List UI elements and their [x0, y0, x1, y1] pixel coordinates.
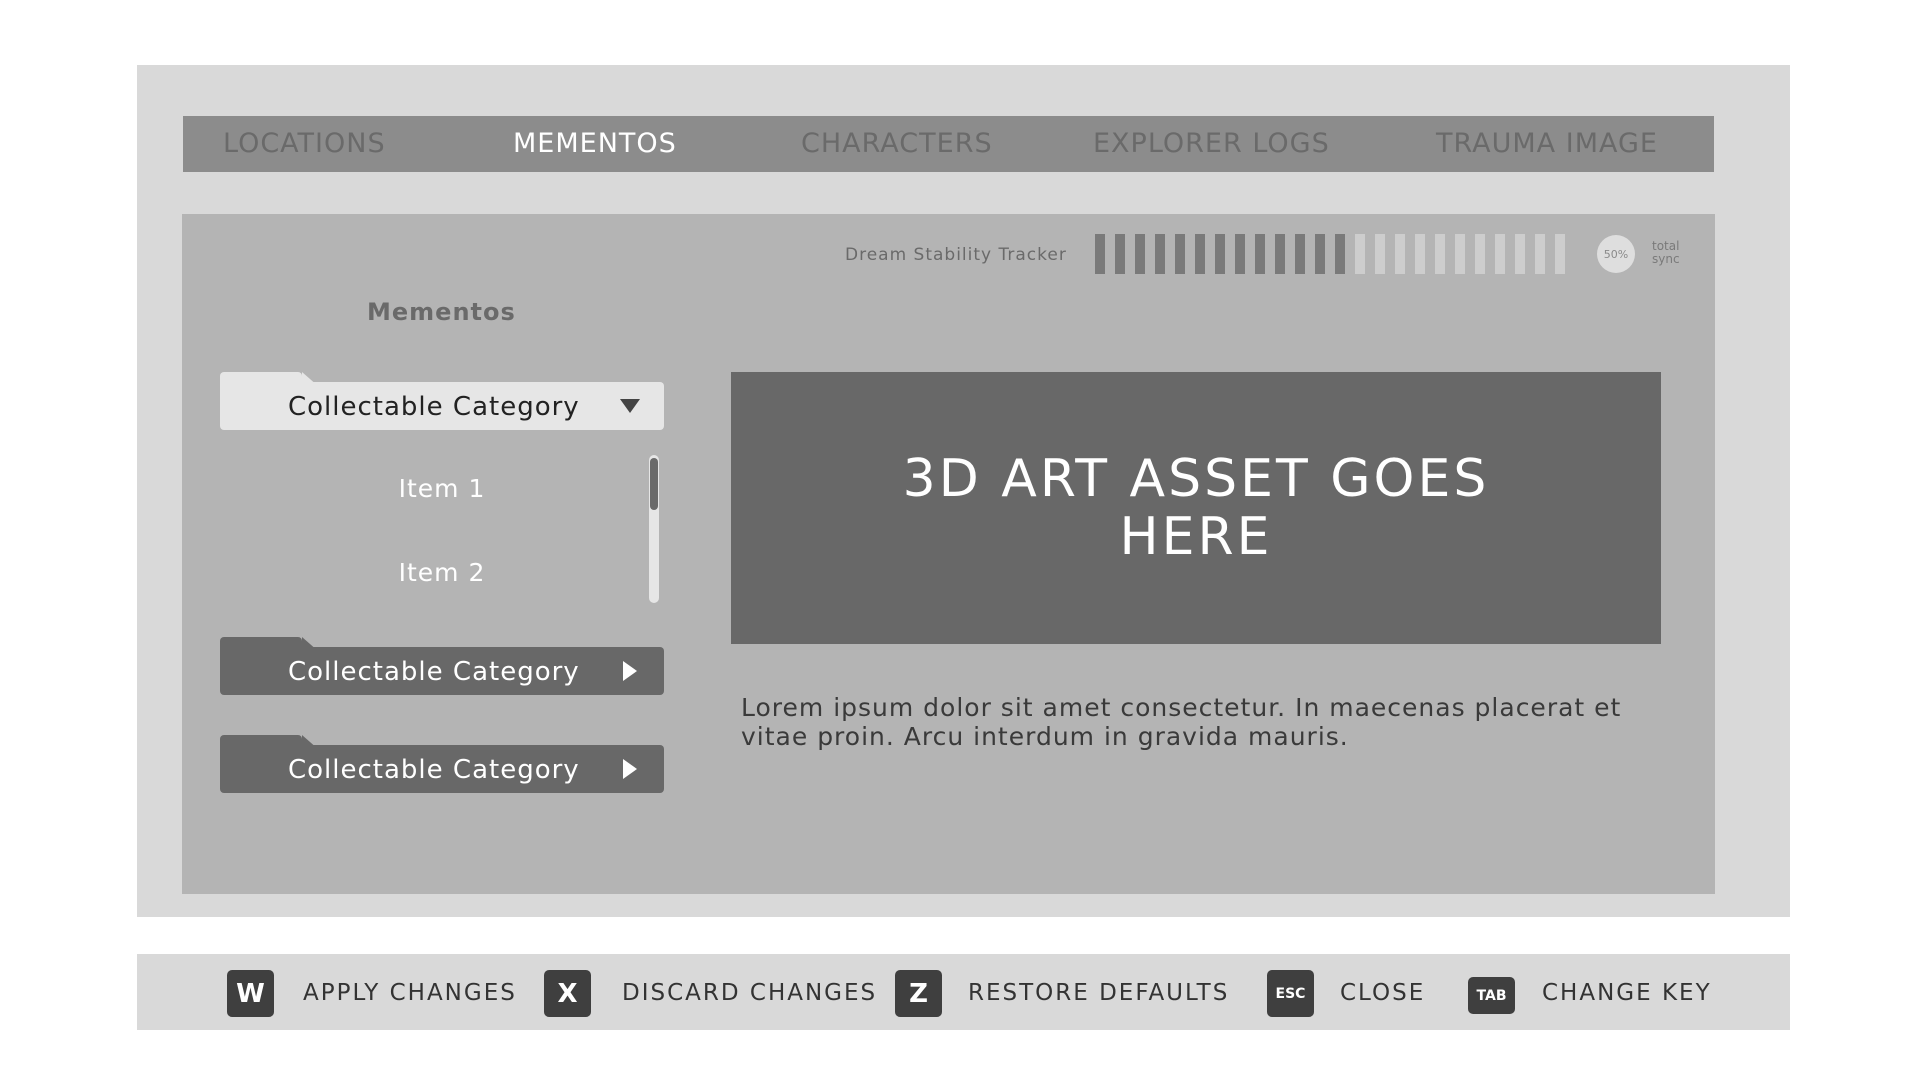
discard-changes-button[interactable]: DISCARD CHANGES — [622, 980, 877, 1006]
tracker-segment-empty — [1415, 234, 1425, 274]
key-tab-icon: TAB — [1468, 977, 1515, 1014]
tracker-segment-filled — [1095, 234, 1105, 274]
list-item[interactable]: Item 1 — [220, 474, 664, 503]
tracker-segment-filled — [1195, 234, 1205, 274]
tracker-segment-filled — [1275, 234, 1285, 274]
close-button[interactable]: CLOSE — [1340, 980, 1425, 1006]
tracker-segment-filled — [1215, 234, 1225, 274]
tracker-segment-empty — [1435, 234, 1445, 274]
restore-defaults-button[interactable]: RESTORE DEFAULTS — [968, 980, 1229, 1006]
tracker-segment-filled — [1295, 234, 1305, 274]
tab-mementos[interactable]: MEMENTOS — [513, 116, 677, 172]
triangle-down-icon — [615, 382, 645, 430]
tracker-segment-empty — [1495, 234, 1505, 274]
category-item-list: Item 1 Item 2 — [220, 452, 664, 604]
category-label: Collectable Category — [288, 392, 580, 422]
tab-trauma-image[interactable]: TRAUMA IMAGE — [1436, 116, 1658, 172]
tracker-segment-filled — [1175, 234, 1185, 274]
category-folder-collapsed[interactable]: Collectable Category — [220, 637, 664, 695]
category-folder-expanded[interactable]: Collectable Category — [220, 372, 664, 430]
tracker-segment-empty — [1395, 234, 1405, 274]
tracker-segment-filled — [1335, 234, 1345, 274]
tracker-label: Dream Stability Tracker — [845, 245, 1067, 265]
tab-bar: LOCATIONS MEMENTOS CHARACTERS EXPLORER L… — [183, 116, 1714, 172]
tracker-segment-empty — [1375, 234, 1385, 274]
asset-placeholder-text: 3D ART ASSET GOES HERE — [902, 449, 1490, 567]
sync-label: total sync — [1652, 239, 1680, 266]
tracker-segment-empty — [1475, 234, 1485, 274]
sync-percent-badge: 50% — [1597, 235, 1635, 273]
sidebar-title: Mementos — [367, 298, 516, 326]
tracker-segment-filled — [1155, 234, 1165, 274]
change-key-button[interactable]: CHANGE KEY — [1542, 980, 1712, 1006]
category-label: Collectable Category — [288, 755, 580, 785]
key-x-icon: X — [544, 970, 591, 1017]
memento-description: Lorem ipsum dolor sit amet consectetur. … — [741, 693, 1622, 751]
tracker-segment-empty — [1515, 234, 1525, 274]
key-z-icon: Z — [895, 970, 942, 1017]
key-w-icon: W — [227, 970, 274, 1017]
triangle-right-icon — [615, 647, 645, 695]
art-asset-placeholder: 3D ART ASSET GOES HERE — [731, 372, 1661, 644]
tracker-segment-filled — [1235, 234, 1245, 274]
tracker-segment-empty — [1455, 234, 1465, 274]
apply-changes-button[interactable]: APPLY CHANGES — [303, 980, 517, 1006]
tracker-segment-filled — [1135, 234, 1145, 274]
triangle-right-icon — [615, 745, 645, 793]
tracker-segment-empty — [1355, 234, 1365, 274]
tracker-segment-filled — [1255, 234, 1265, 274]
category-folder-collapsed[interactable]: Collectable Category — [220, 735, 664, 793]
tab-locations[interactable]: LOCATIONS — [223, 116, 386, 172]
scrollbar-thumb[interactable] — [650, 458, 658, 510]
tracker-segment-empty — [1555, 234, 1565, 274]
tab-characters[interactable]: CHARACTERS — [801, 116, 993, 172]
category-label: Collectable Category — [288, 657, 580, 687]
list-item[interactable]: Item 2 — [220, 558, 664, 587]
tracker-segment-filled — [1315, 234, 1325, 274]
tab-explorer-logs[interactable]: EXPLORER LOGS — [1093, 116, 1330, 172]
key-esc-icon: ESC — [1267, 970, 1314, 1017]
stability-tracker — [1095, 234, 1565, 274]
tracker-segment-empty — [1535, 234, 1545, 274]
tracker-segment-filled — [1115, 234, 1125, 274]
